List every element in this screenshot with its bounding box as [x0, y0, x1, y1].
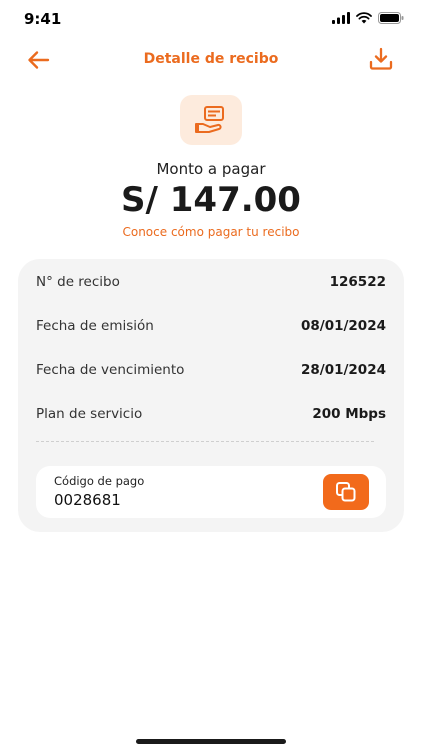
receipt-icon-box [180, 95, 242, 145]
signal-icon [332, 12, 350, 24]
page-title: Detalle de recibo [143, 51, 279, 67]
wifi-icon [356, 12, 372, 24]
detail-value: 08/01/2024 [300, 318, 386, 334]
detail-label: N° de recibo [36, 274, 120, 290]
download-icon [369, 47, 393, 70]
detail-value: 28/01/2024 [300, 362, 386, 378]
download-button[interactable] [368, 46, 394, 72]
amount-label: Monto a pagar [156, 160, 266, 178]
receipt-details-card: N° de recibo 126522 Fecha de emisión 08/… [18, 259, 404, 532]
detail-row-service-plan: Plan de servicio 200 Mbps [36, 403, 386, 425]
status-icons [332, 12, 404, 24]
status-time: 9:41 [24, 10, 62, 28]
detail-value: 126522 [329, 274, 386, 290]
detail-row-issue-date: Fecha de emisión 08/01/2024 [36, 315, 386, 337]
battery-icon [378, 12, 404, 24]
receipt-hand-icon [195, 106, 224, 133]
nav-bar: Detalle de recibo [0, 40, 422, 80]
detail-label: Fecha de emisión [36, 318, 154, 334]
detail-label: Plan de servicio [36, 406, 143, 422]
copy-icon [336, 482, 356, 502]
status-bar: 9:41 [0, 0, 422, 40]
payment-code-label: Código de pago [54, 474, 145, 488]
detail-value: 200 Mbps [312, 406, 386, 422]
copy-code-button[interactable] [323, 474, 369, 510]
detail-row-receipt-number: N° de recibo 126522 [36, 271, 386, 293]
home-indicator [136, 739, 286, 744]
detail-row-due-date: Fecha de vencimiento 28/01/2024 [36, 359, 386, 381]
amount-value: S/ 147.00 [121, 180, 301, 220]
payment-code-box: Código de pago 0028681 [36, 466, 386, 518]
how-to-pay-link[interactable]: Conoce cómo pagar tu recibo [0, 225, 422, 239]
detail-label: Fecha de vencimiento [36, 362, 185, 378]
dashed-divider [36, 441, 374, 442]
payment-code-value: 0028681 [54, 491, 121, 509]
